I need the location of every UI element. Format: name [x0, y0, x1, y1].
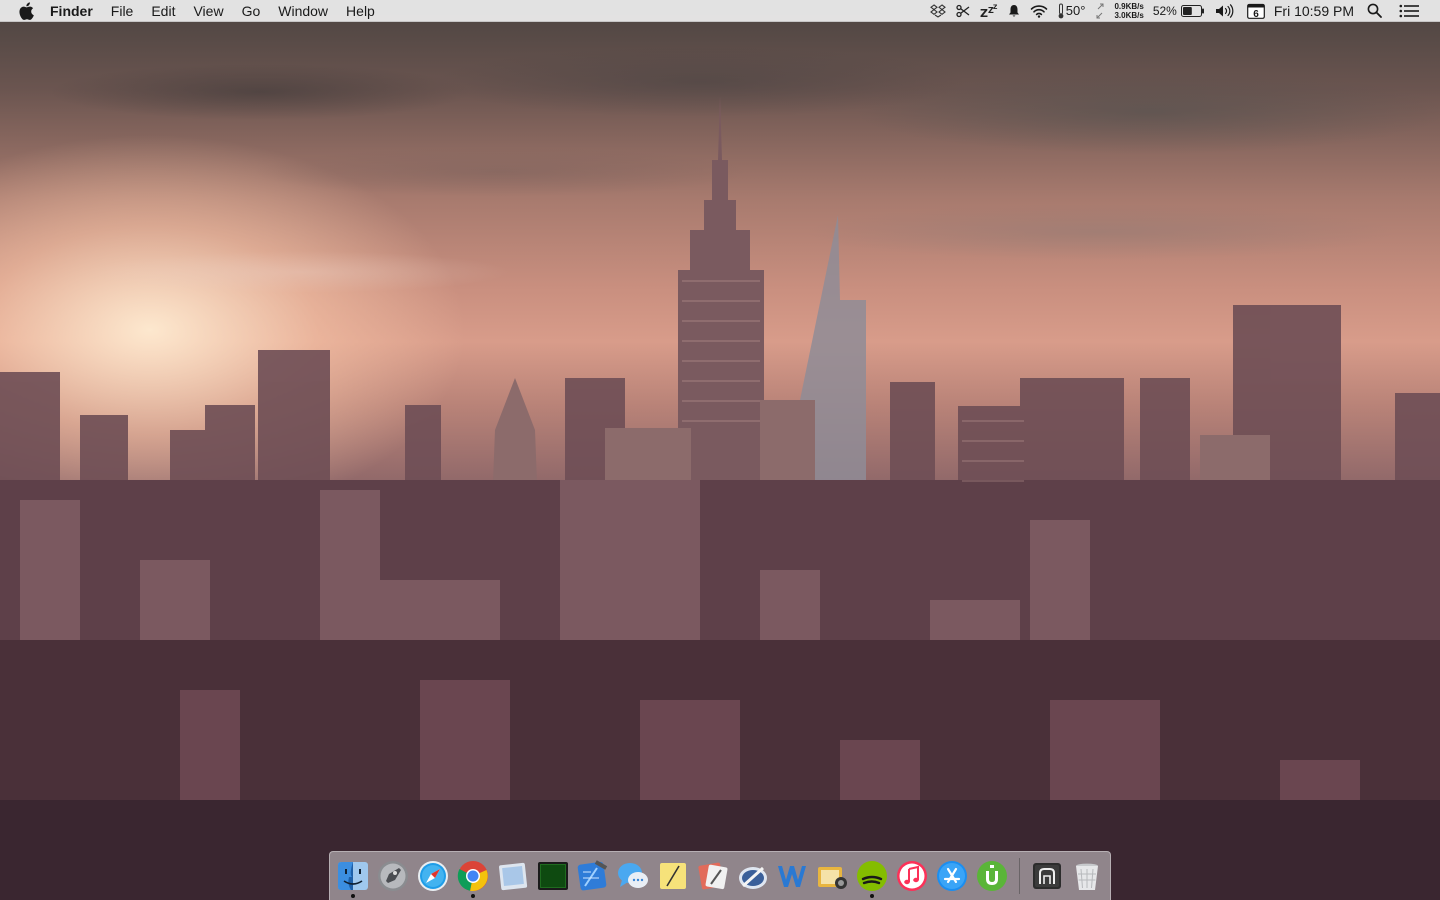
thermometer-icon — [1058, 3, 1064, 18]
terminal-icon — [536, 859, 570, 893]
finder-icon — [336, 859, 370, 893]
dock-item-image-capture[interactable] — [812, 854, 852, 898]
dock-item-safari[interactable] — [413, 854, 453, 898]
dock — [329, 851, 1111, 900]
menu-window[interactable]: Window — [269, 0, 337, 22]
launchpad-icon — [376, 859, 410, 893]
menu-file[interactable]: File — [102, 0, 143, 22]
dock-item-trash[interactable] — [1067, 854, 1107, 898]
weather-status[interactable]: 50° — [1053, 0, 1091, 22]
preview-icon — [496, 859, 530, 893]
chrome-icon — [456, 859, 490, 893]
dock-item-preview[interactable] — [493, 854, 533, 898]
messages-icon — [616, 859, 650, 893]
calendar-day: 6 — [1253, 8, 1259, 18]
app-store-icon — [935, 859, 969, 893]
network-download-rate: 0.9KB/s — [1114, 1, 1144, 11]
itunes-icon — [895, 859, 929, 893]
image-capture-icon — [815, 859, 849, 893]
dock-item-launchpad[interactable] — [373, 854, 413, 898]
running-indicator — [351, 894, 355, 898]
notification-center-icon[interactable] — [1387, 0, 1424, 22]
menu-app-name[interactable]: Finder — [41, 0, 102, 22]
dock-separator — [1019, 858, 1021, 894]
menu-help[interactable]: Help — [337, 0, 384, 22]
dock-item-notes[interactable] — [653, 854, 693, 898]
volume-icon[interactable] — [1210, 0, 1242, 22]
sketch-icon — [696, 859, 730, 893]
menu-bar-status-area: ZZZ 50° 0.9KB/s 3.0KB/s 52% 6 Fri 10:59 — [925, 0, 1440, 22]
utorrent-icon — [975, 859, 1009, 893]
dock-item-chrome[interactable] — [453, 854, 493, 898]
word-icon — [775, 859, 809, 893]
running-indicator — [470, 894, 475, 898]
dropbox-icon[interactable] — [925, 0, 951, 22]
resize-arrows-icon[interactable] — [1090, 0, 1110, 22]
battery-percent: 52% — [1152, 3, 1177, 18]
menu-clock[interactable]: Fri 10:59 PM — [1270, 3, 1362, 19]
dock-item-messages[interactable] — [613, 854, 653, 898]
wallpaper-city-skyline — [0, 95, 1440, 900]
xcode-icon — [576, 859, 610, 893]
apple-menu-icon[interactable] — [18, 1, 34, 20]
menu-view[interactable]: View — [184, 0, 232, 22]
menu-bar-left: Finder File Edit View Go Window Help — [0, 0, 384, 22]
spotlight-search-icon[interactable] — [1362, 0, 1387, 22]
dock-item-utorrent[interactable] — [972, 854, 1012, 898]
dock-item-sketch[interactable] — [693, 854, 733, 898]
notes-icon — [656, 859, 690, 893]
scissors-icon[interactable] — [951, 0, 975, 22]
dock-item-finder[interactable] — [333, 854, 373, 898]
dock-item-spotify[interactable] — [852, 854, 892, 898]
network-upload-rate: 3.0KB/s — [1114, 10, 1144, 20]
photo-editor-icon — [736, 859, 770, 893]
dock-item-downloads[interactable] — [1027, 854, 1067, 898]
dock-item-terminal[interactable] — [533, 854, 573, 898]
menu-bar: Finder File Edit View Go Window Help ZZZ… — [0, 0, 1440, 22]
downloads-stack-icon — [1030, 859, 1064, 893]
svg-text:Z: Z — [993, 4, 998, 11]
dock-item-app-store[interactable] — [932, 854, 972, 898]
trash-icon — [1070, 859, 1104, 893]
safari-icon — [416, 859, 450, 893]
notification-bell-icon[interactable] — [1003, 0, 1025, 22]
menu-go[interactable]: Go — [233, 0, 270, 22]
battery-status[interactable]: 52% — [1148, 0, 1210, 22]
svg-text:Z: Z — [980, 7, 988, 18]
wifi-icon[interactable] — [1025, 0, 1053, 22]
network-monitor[interactable]: 0.9KB/s 3.0KB/s — [1110, 2, 1147, 20]
running-indicator — [870, 894, 875, 898]
sleep-zzz-icon[interactable]: ZZZ — [975, 0, 1003, 22]
menu-edit[interactable]: Edit — [142, 0, 184, 22]
dock-item-photo-editor[interactable] — [733, 854, 773, 898]
calendar-icon[interactable]: 6 — [1242, 0, 1270, 22]
dock-item-word[interactable] — [772, 854, 812, 898]
battery-icon — [1180, 4, 1204, 17]
dock-item-xcode[interactable] — [573, 854, 613, 898]
dock-item-itunes[interactable] — [892, 854, 932, 898]
weather-temperature: 50° — [1065, 3, 1086, 18]
spotify-icon — [855, 859, 889, 893]
